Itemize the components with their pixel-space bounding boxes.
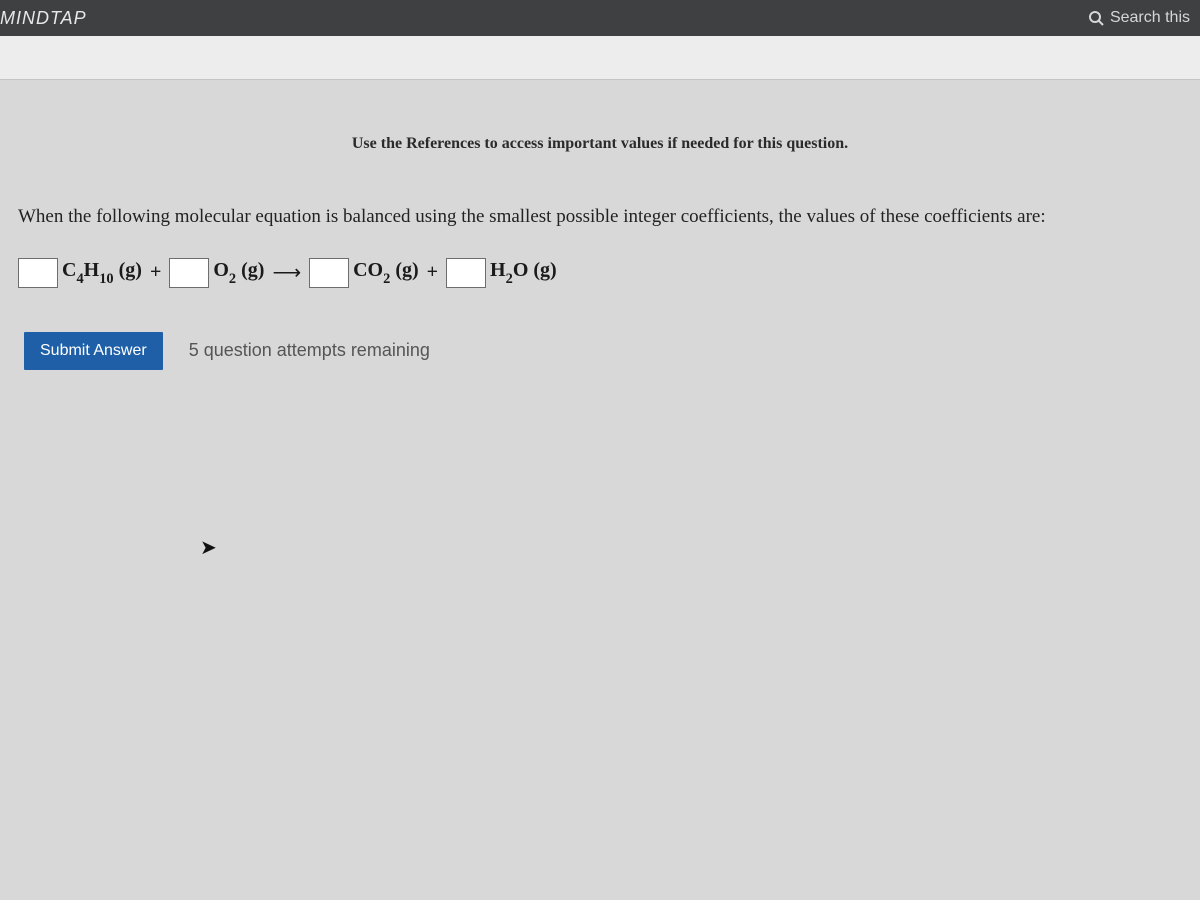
submit-row: Submit Answer 5 question attempts remain…: [0, 318, 1200, 384]
plus-1: +: [146, 261, 165, 284]
brand-label: MINDTAP: [0, 8, 87, 29]
references-instruction: Use the References to access important v…: [0, 80, 1200, 193]
sub-bar: [0, 36, 1200, 80]
coefficient-input-2[interactable]: [169, 258, 209, 288]
submit-answer-button[interactable]: Submit Answer: [24, 332, 163, 370]
reaction-arrow: ⟶: [268, 260, 305, 285]
search-area[interactable]: Search this: [1088, 9, 1190, 27]
cursor-icon: ➤: [200, 535, 217, 560]
search-icon: [1088, 10, 1104, 26]
attempts-remaining: 5 question attempts remaining: [189, 340, 430, 361]
search-label: Search this: [1110, 9, 1190, 27]
question-text: When the following molecular equation is…: [0, 193, 1200, 252]
top-bar: MINDTAP Search this: [0, 0, 1200, 36]
term-1: C4H10 (g): [62, 259, 142, 286]
term-4: H2O (g): [490, 259, 557, 286]
equation-row: C4H10 (g) + O2 (g) ⟶ CO2 (g) + H2O (g): [0, 252, 1200, 318]
term-2: O2 (g): [213, 259, 264, 286]
content: Use the References to access important v…: [0, 80, 1200, 384]
coefficient-input-3[interactable]: [309, 258, 349, 288]
coefficient-input-4[interactable]: [446, 258, 486, 288]
coefficient-input-1[interactable]: [18, 258, 58, 288]
plus-2: +: [423, 261, 442, 284]
term-3: CO2 (g): [353, 259, 419, 286]
